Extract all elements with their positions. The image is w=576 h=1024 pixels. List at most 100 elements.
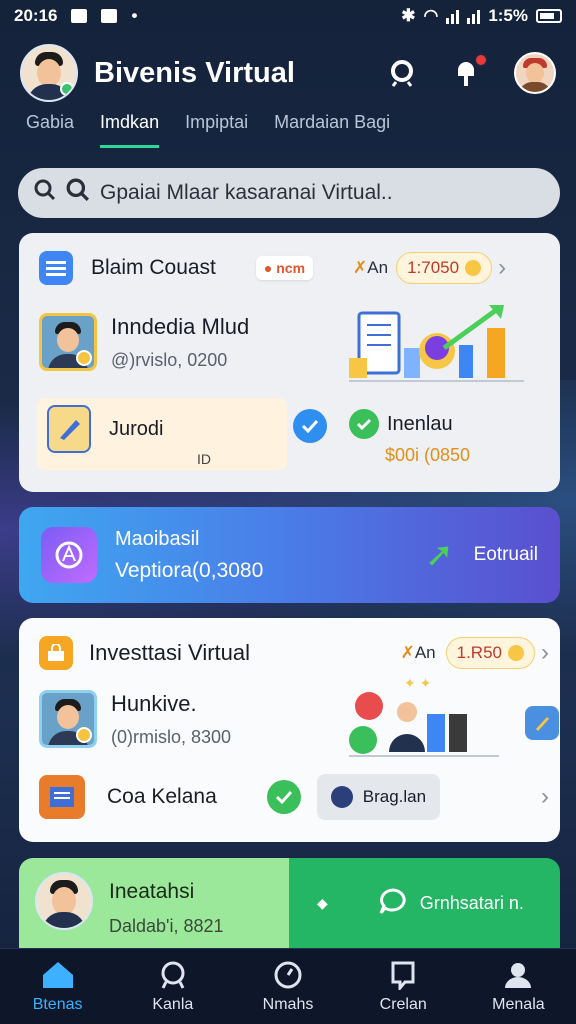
nav-home-label: Btenas [32, 995, 83, 1013]
blaim-couast-card[interactable]: Blaim Couast ● ncm ✗ An 1:7050 › Inndedi… [19, 233, 560, 492]
an-label: An [414, 643, 436, 662]
person-value: Daldab'i, 8821 [109, 916, 224, 936]
status-time: 20:16 [14, 6, 58, 25]
app-title: Bivenis Virtual [94, 56, 295, 89]
nav-menala-label: Menala [492, 995, 545, 1013]
bookmark-icon [391, 961, 415, 990]
wifi-icon: ◠ [423, 6, 439, 25]
chat-icon [161, 961, 185, 989]
tag-pill: ● ncm [255, 256, 314, 280]
check-circle-icon [349, 409, 379, 439]
chevron-right-icon[interactable]: › [541, 639, 549, 667]
bottom-nav: Btenas Kanla Nmahs Crelan Menala [0, 948, 576, 1024]
points-pill: 1.R50 [445, 637, 535, 669]
nav-kanla-label: Kanla [152, 995, 194, 1013]
ineatahsi-card[interactable]: Ineatahsi Daldab'i, 8821 ◆ Grnhsatari n. [19, 858, 560, 948]
search-icon [34, 179, 56, 207]
promo-action[interactable]: Eotruail [474, 544, 538, 566]
signal-icon-2 [467, 8, 481, 24]
nav-crelan-label: Crelan [379, 995, 427, 1013]
person-value: @)rvislo, 0200 [111, 349, 228, 370]
item-label: Jurodi [109, 417, 164, 440]
spark-icon: ✗ [353, 258, 368, 277]
search-icon[interactable] [386, 57, 418, 89]
search-bar[interactable]: Gpaiai Mlaar kasaranai Virtual.. [18, 168, 560, 218]
points-pill: 1:7050 [396, 252, 493, 284]
nav-home[interactable]: Btenas [0, 949, 115, 1024]
menu-icon [39, 251, 73, 285]
person-photo [39, 313, 97, 371]
an-label: An [367, 258, 389, 277]
item-sub: ID [197, 451, 211, 467]
person-name: Hunkive. [111, 690, 197, 716]
more-dot-icon: • [131, 6, 138, 25]
document-icon [39, 775, 85, 819]
nav-nmahs[interactable]: Nmahs [230, 949, 345, 1024]
notification-icon [71, 9, 88, 23]
coin-icon [508, 645, 524, 661]
battery-percent: 1:5% [488, 6, 528, 25]
stat-value: $00i (0850 [385, 445, 471, 465]
brag-button[interactable]: Brag.lan [316, 774, 441, 820]
pencil-icon [47, 405, 91, 453]
promo-value: Veptiora(0,3080 [115, 558, 264, 582]
card-title: Investtasi Virtual [89, 640, 251, 665]
investtasi-virtual-card[interactable]: Investtasi Virtual ✗ An 1.R50 › Hunkive.… [19, 618, 560, 842]
search-icon-secondary [66, 178, 90, 208]
mail-icon [101, 9, 118, 23]
svg-text:✦ ✦: ✦ ✦ [404, 675, 432, 691]
card-action[interactable]: Grnhsatari n. [420, 893, 524, 914]
tab-mardaian-bagi[interactable]: Mardaian Bagi [274, 112, 390, 148]
battery-icon [536, 9, 562, 23]
nav-menala[interactable]: Menala [461, 949, 576, 1024]
coin-icon [465, 260, 482, 276]
check-circle-icon [266, 780, 301, 814]
chevron-right-icon[interactable]: › [541, 783, 549, 811]
profile-icon [505, 962, 532, 988]
tab-impiptai[interactable]: Impiptai [185, 112, 248, 148]
bluetooth-icon: ✱ [401, 6, 416, 25]
search-placeholder: Gpaiai Mlaar kasaranai Virtual.. [100, 181, 393, 204]
clock-icon [274, 961, 302, 988]
chevron-right-icon[interactable]: › [498, 254, 506, 282]
person-name: Ineatahsi [109, 880, 195, 903]
nav-kanla[interactable]: Kanla [115, 949, 230, 1024]
target-icon [41, 527, 97, 583]
signal-icon [446, 8, 460, 24]
verified-icon [293, 409, 327, 443]
tab-bar: Gabia Imdkan Impiptai Mardaian Bagi [26, 112, 390, 148]
bell-icon[interactable] [450, 53, 488, 89]
app-header: Bivenis Virtual [0, 40, 576, 106]
growth-chart-illustration [349, 305, 524, 382]
points-value: 1:7050 [407, 258, 460, 277]
status-bar: 20:16 • ✱ ◠ 1:5% [0, 0, 576, 32]
person-name: Inndedia Mlud [111, 313, 250, 339]
nav-nmahs-label: Nmahs [262, 995, 314, 1013]
pin-icon: ◆ [317, 894, 328, 911]
arrow-up-icon: ➚ [425, 536, 454, 574]
user-avatar[interactable] [514, 52, 556, 94]
bolt-icon [330, 786, 353, 808]
person-photo [39, 690, 97, 748]
profile-avatar[interactable] [20, 44, 78, 102]
stat-title: Inenlau [387, 412, 453, 435]
nav-crelan[interactable]: Crelan [346, 949, 461, 1024]
notification-badge [474, 53, 488, 67]
item-label: Coa Kelana [107, 785, 217, 808]
spark-icon: ✗ [400, 643, 415, 662]
brag-button-label: Brag.lan [362, 787, 427, 806]
chat-icon [378, 887, 408, 920]
person-avatar [35, 872, 93, 930]
tab-gabia[interactable]: Gabia [26, 112, 74, 148]
promo-title: Maoibasil [115, 527, 200, 550]
person-value: (0)rmislo, 8300 [111, 726, 232, 747]
tag-label: ncm [276, 260, 306, 276]
promo-banner[interactable]: Maoibasil Veptiora(0,3080 ➚ Eotruail [19, 507, 560, 603]
edit-icon[interactable] [525, 706, 559, 740]
points-value: 1.R50 [456, 643, 502, 662]
card-title: Blaim Couast [91, 256, 216, 279]
people-illustration: ✦ ✦ [349, 675, 499, 757]
tab-imdkan[interactable]: Imdkan [100, 112, 160, 148]
lock-icon [39, 636, 73, 670]
home-icon [42, 961, 73, 988]
